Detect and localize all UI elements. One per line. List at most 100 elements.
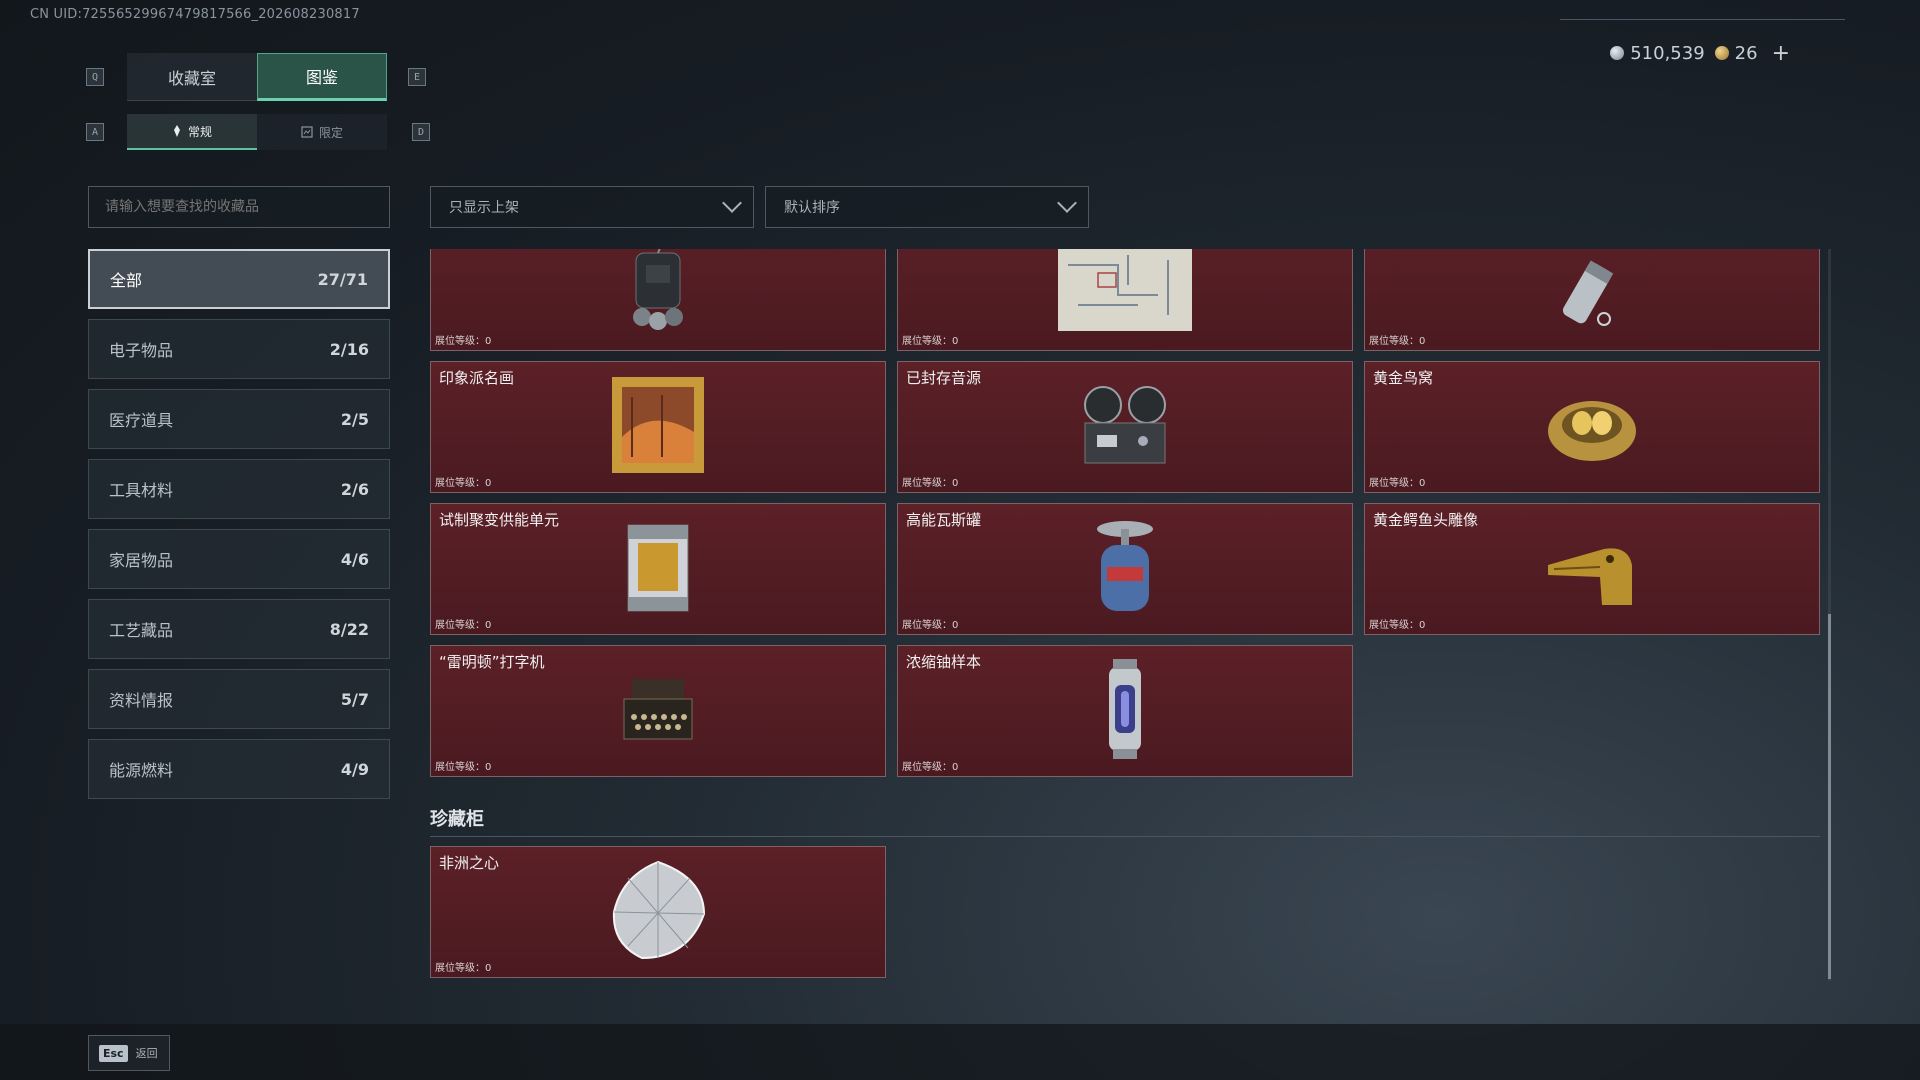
currency-bar: 510,539 26 +	[1610, 40, 1790, 66]
category-label: 医疗道具	[109, 411, 174, 430]
category-label: 能源燃料	[109, 761, 174, 780]
sort-label: 默认排序	[784, 200, 840, 216]
category-all[interactable]: 全部 27/71	[88, 249, 390, 309]
gas-canister-icon	[1093, 517, 1157, 621]
item-name: 高能瓦斯罐	[906, 511, 982, 529]
scrollbar-thumb[interactable]	[1828, 614, 1831, 979]
item-card[interactable]: 展位等级：0	[1364, 249, 1820, 351]
category-electronics[interactable]: 电子物品 2/16	[88, 319, 390, 379]
typewriter-icon	[618, 669, 698, 753]
top-divider	[1560, 19, 1845, 20]
golden-croc-head-icon	[1544, 525, 1640, 613]
item-level: 展位等级：0	[902, 478, 959, 489]
category-household[interactable]: 家居物品 4/6	[88, 529, 390, 589]
add-currency-button[interactable]: +	[1772, 41, 1790, 66]
item-name: 非洲之心	[439, 854, 500, 872]
subtab-limited-label: 限定	[318, 125, 343, 140]
back-button[interactable]: Esc 返回	[88, 1035, 170, 1071]
category-label: 家居物品	[109, 551, 174, 570]
item-level: 展位等级：0	[1369, 478, 1426, 489]
item-card[interactable]: 试制聚变供能单元 展位等级：0	[430, 503, 886, 635]
limited-icon	[301, 126, 313, 138]
backpack-radio-icon	[618, 249, 698, 337]
category-count: 27/71	[317, 269, 368, 289]
esc-key-hint: Esc	[99, 1044, 128, 1062]
item-card[interactable]: 展位等级：0	[897, 249, 1353, 351]
item-card[interactable]: 高能瓦斯罐 展位等级：0	[897, 503, 1353, 635]
item-name: 黄金鸟窝	[1373, 369, 1434, 387]
main-tabs: 收藏室 图鉴	[127, 53, 387, 101]
key-hint-e: E	[408, 68, 426, 86]
item-name: 浓缩铀样本	[906, 653, 982, 671]
category-energy[interactable]: 能源燃料 4/9	[88, 739, 390, 799]
item-level: 展位等级：0	[435, 762, 492, 773]
category-tools[interactable]: 工具材料 2/6	[88, 459, 390, 519]
category-count: 2/16	[329, 339, 369, 359]
item-name: 已封存音源	[906, 369, 982, 387]
category-count: 5/7	[340, 689, 369, 709]
diamond-icon	[608, 858, 708, 966]
sub-tabs: 常规 限定	[127, 114, 387, 150]
blueprint-map-icon	[1058, 249, 1192, 335]
subtab-regular-label: 常规	[187, 124, 212, 139]
item-card[interactable]: 黄金鸟窝 展位等级：0	[1364, 361, 1820, 493]
shelf-filter-dropdown[interactable]: 只显示上架	[430, 186, 754, 228]
back-label: 返回	[135, 1047, 158, 1060]
collection-grid: 展位等级：0 展位等级：0 展位等级：0 印象派名画 展位等级：0 已封存音源 …	[430, 249, 1830, 979]
key-hint-d: D	[412, 123, 430, 141]
shelf-filter-label: 只显示上架	[449, 200, 519, 216]
gold-coin-icon	[1714, 45, 1729, 60]
item-level: 展位等级：0	[1369, 336, 1426, 347]
painting-icon	[612, 377, 704, 477]
silver-currency: 510,539	[1610, 42, 1705, 64]
flask-icon	[1552, 249, 1632, 337]
uranium-sample-icon	[1103, 659, 1147, 763]
item-card[interactable]: “雷明顿”打字机 展位等级：0	[430, 645, 886, 777]
regular-icon	[173, 125, 180, 137]
treasure-card[interactable]: 非洲之心 展位等级：0	[430, 846, 886, 978]
item-name: 黄金鳄鱼头雕像	[1373, 511, 1479, 529]
section-divider	[430, 836, 1820, 837]
gold-amount: 26	[1734, 42, 1758, 64]
gold-currency: 26	[1714, 42, 1758, 64]
silver-amount: 510,539	[1630, 42, 1705, 64]
subtab-regular[interactable]: 常规	[127, 114, 257, 150]
category-intel[interactable]: 资料情报 5/7	[88, 669, 390, 729]
category-medical[interactable]: 医疗道具 2/5	[88, 389, 390, 449]
category-count: 4/6	[340, 549, 369, 569]
category-count: 2/6	[340, 479, 369, 499]
category-crafts[interactable]: 工艺藏品 8/22	[88, 599, 390, 659]
item-level: 展位等级：0	[1369, 620, 1426, 631]
item-card[interactable]: 浓缩铀样本 展位等级：0	[897, 645, 1353, 777]
item-card[interactable]: 印象派名画 展位等级：0	[430, 361, 886, 493]
tab-collection-room[interactable]: 收藏室	[127, 53, 257, 101]
item-level: 展位等级：0	[435, 963, 492, 974]
item-card[interactable]: 已封存音源 展位等级：0	[897, 361, 1353, 493]
tab-codex[interactable]: 图鉴	[257, 53, 387, 101]
item-level: 展位等级：0	[902, 336, 959, 347]
reel-recorder-icon	[1077, 379, 1173, 475]
golden-nest-icon	[1544, 385, 1640, 469]
item-name: 印象派名画	[439, 369, 515, 387]
category-label: 全部	[110, 271, 143, 290]
silver-coin-icon	[1610, 45, 1625, 60]
item-card[interactable]: 展位等级：0	[430, 249, 886, 351]
item-level: 展位等级：0	[902, 620, 959, 631]
subtab-limited[interactable]: 限定	[257, 114, 387, 150]
category-label: 资料情报	[109, 691, 174, 710]
item-level: 展位等级：0	[902, 762, 959, 773]
sort-dropdown[interactable]: 默认排序	[765, 186, 1089, 228]
item-card[interactable]: 黄金鳄鱼头雕像 展位等级：0	[1364, 503, 1820, 635]
item-name: “雷明顿”打字机	[439, 653, 545, 671]
item-name: 试制聚变供能单元	[439, 511, 560, 529]
category-count: 8/22	[329, 619, 369, 639]
key-hint-q: Q	[86, 68, 104, 86]
item-level: 展位等级：0	[435, 620, 492, 631]
category-list: 全部 27/71 电子物品 2/16 医疗道具 2/5 工具材料 2/6 家居物品 4/6…	[88, 249, 390, 809]
key-hint-a: A	[86, 123, 104, 141]
footer-bar	[0, 1024, 1920, 1080]
scrollbar[interactable]	[1828, 249, 1831, 981]
search-input[interactable]	[88, 186, 390, 228]
category-label: 工具材料	[109, 481, 174, 500]
item-level: 展位等级：0	[435, 336, 492, 347]
